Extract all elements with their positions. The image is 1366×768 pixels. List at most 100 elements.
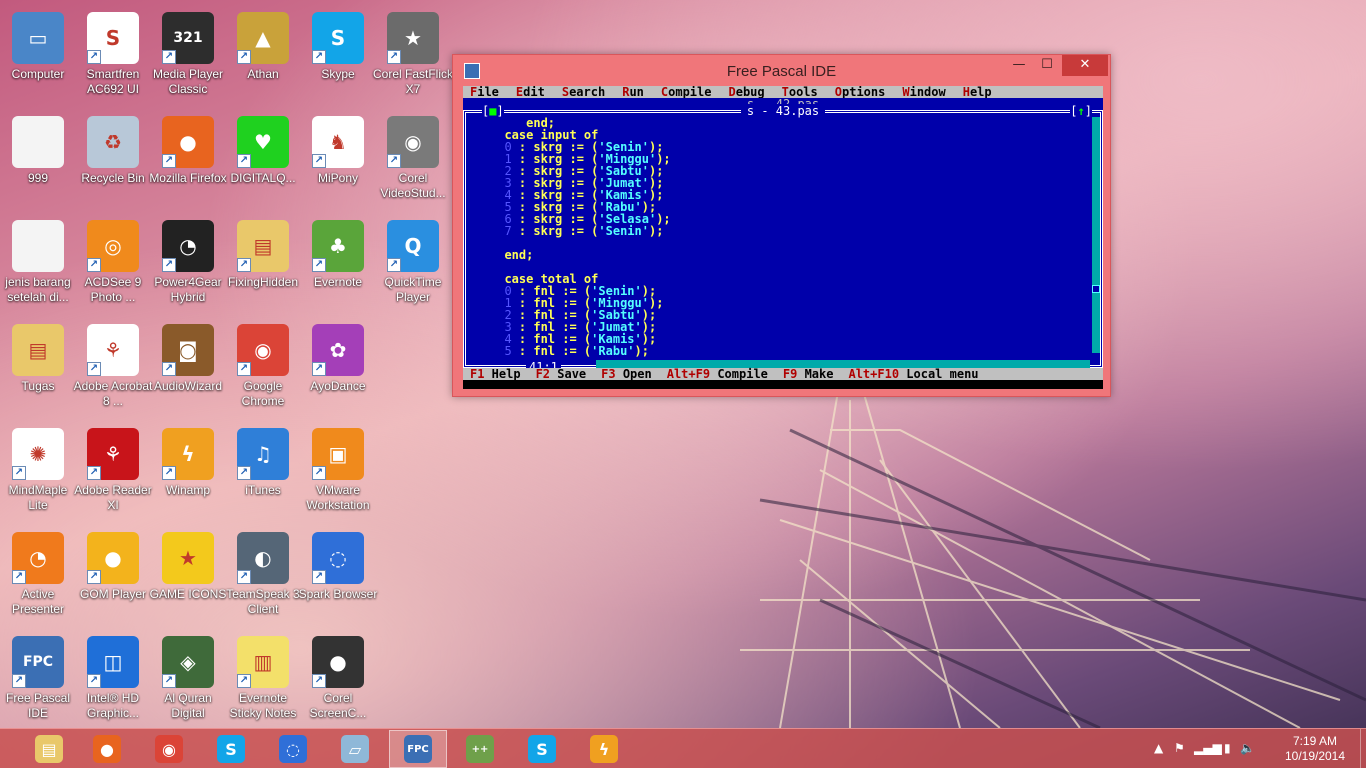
- desktop-icon[interactable]: ◌ ↗ Spark Browser: [299, 524, 377, 626]
- desktop-icon[interactable]: ♥ ↗ DIGITALQ...: [225, 108, 301, 210]
- action-center-flag-icon[interactable]: ⚑: [1174, 741, 1185, 755]
- status-command[interactable]: Alt+F10 Local menu: [848, 368, 978, 380]
- desktop-icon[interactable]: 999: [0, 108, 76, 210]
- icon-glyph: ◔: [179, 234, 197, 258]
- show-hidden-icons-chevron-icon[interactable]: ▲: [1154, 741, 1163, 755]
- scrollbar-thumb[interactable]: [1092, 285, 1100, 293]
- desktop-icon[interactable]: ▤ Tugas: [0, 316, 76, 418]
- menu-item[interactable]: File: [470, 86, 499, 98]
- desktop-icon[interactable]: ▣ ↗ VMware Workstation: [300, 420, 376, 522]
- desktop-icon[interactable]: ♞ ↗ MiPony: [300, 108, 376, 210]
- status-command[interactable]: Alt+F9 Compile: [667, 368, 768, 380]
- mipony-icon: ♞ ↗: [312, 116, 364, 168]
- desktop-icon[interactable]: ● ↗ Mozilla Firefox: [149, 108, 227, 210]
- desktop-icon[interactable]: ◔ ↗ Power4Gear Hybrid: [150, 212, 226, 314]
- desktop-icon[interactable]: Q ↗ QuickTime Player: [375, 212, 451, 314]
- desktop-icon-label: MiPony: [317, 171, 358, 185]
- desktop-icon[interactable]: ♣ ↗ Evernote: [300, 212, 376, 314]
- icon-glyph: ▤: [28, 338, 48, 362]
- menu-item[interactable]: Edit: [516, 86, 545, 98]
- desktop-icon[interactable]: ◉ ↗ Google Chrome: [225, 316, 301, 418]
- desktop-icon[interactable]: ● ↗ Corel ScreenC...: [300, 628, 376, 730]
- desktop-icon[interactable]: ◈ ↗ Al Quran Digital: [150, 628, 226, 730]
- ide-console-area[interactable]: File Edit Search Run Compile Debug Tools Option…: [463, 86, 1103, 389]
- show-desktop-button[interactable]: [1360, 729, 1366, 768]
- taskbar-app-notepad-plus[interactable]: ++: [451, 730, 509, 768]
- status-command[interactable]: F9 Make: [783, 368, 834, 380]
- minimize-button[interactable]: —: [1005, 55, 1033, 76]
- desktop-icon[interactable]: 321 ↗ Media Player Classic: [150, 4, 226, 106]
- shortcut-arrow-icon: ↗: [12, 674, 26, 688]
- desktop-icon-label: MindMaple Lite: [8, 483, 68, 512]
- shortcut-arrow-icon: ↗: [387, 258, 401, 272]
- power4gear-icon: ◔ ↗: [162, 220, 214, 272]
- clock[interactable]: 7:19 AM 10/19/2014: [1280, 734, 1350, 764]
- icon-glyph: ◎: [104, 234, 122, 258]
- icon-glyph: ●: [104, 546, 122, 570]
- desktop-icon[interactable]: ◙ ↗ AudioWizard: [150, 316, 226, 418]
- code-editor[interactable]: end; case input of 0 : skrg := ('Senin')…: [490, 117, 1080, 357]
- desktop-icon[interactable]: ◎ ↗ ACDSee 9 Photo ...: [75, 212, 151, 314]
- window-titlebar[interactable]: Free Pascal IDE — ☐ ✕: [453, 55, 1110, 87]
- menu-item[interactable]: Help: [963, 86, 992, 98]
- free-pascal-ide-window[interactable]: Free Pascal IDE — ☐ ✕ File Edit Search Run C…: [452, 54, 1111, 397]
- status-command[interactable]: F1 Help: [470, 368, 521, 380]
- taskbar-app-skype-2[interactable]: S: [513, 730, 571, 768]
- shortcut-arrow-icon: ↗: [312, 466, 326, 480]
- icon-glyph: ◫: [103, 650, 123, 674]
- taskbar-app-firefox[interactable]: ●: [78, 730, 136, 768]
- shortcut-arrow-icon: ↗: [87, 674, 101, 688]
- battery-icon[interactable]: ▮: [1224, 741, 1231, 755]
- desktop-icon[interactable]: ⚘ ↗ Adobe Reader XI: [74, 420, 152, 522]
- star-icon: ★: [162, 532, 214, 584]
- desktop-icon[interactable]: ◔ ↗ Active Presenter: [0, 524, 76, 626]
- taskbar-app-file-explorer[interactable]: ▤: [20, 730, 78, 768]
- menu-item[interactable]: Options: [835, 86, 886, 98]
- code-kw: : skrg := (: [511, 224, 599, 238]
- code-tail: );: [648, 224, 664, 238]
- editor-window[interactable]: [■] s - 43.pas [↑] end; case input of 0 …: [463, 104, 1103, 373]
- desktop-icon[interactable]: S ↗ Skype: [300, 4, 376, 106]
- desktop-icon[interactable]: ◉ ↗ Corel VideoStud...: [375, 108, 451, 210]
- vertical-scrollbar[interactable]: [1092, 117, 1100, 353]
- desktop-icon[interactable]: ▥ ↗ Evernote Sticky Notes: [225, 628, 301, 730]
- taskbar-app-free-pascal[interactable]: FPC: [389, 730, 447, 768]
- desktop-icon[interactable]: ★ ↗ Corel FastFlick X7: [373, 4, 453, 106]
- volume-icon[interactable]: 🔈: [1240, 741, 1255, 755]
- desktop-icon[interactable]: ◫ ↗ Intel® HD Graphic...: [75, 628, 151, 730]
- close-button[interactable]: ✕: [1062, 55, 1108, 76]
- menu-item[interactable]: Run: [622, 86, 644, 98]
- maximize-button[interactable]: ☐: [1033, 55, 1061, 76]
- desktop-icon[interactable]: ♫ ↗ iTunes: [225, 420, 301, 522]
- taskbar-app-chrome[interactable]: ◉: [140, 730, 198, 768]
- desktop-icon[interactable]: ✺ ↗ MindMaple Lite: [0, 420, 76, 522]
- notepad-icon: ▱: [341, 735, 369, 763]
- taskbar-app-spark-browser[interactable]: ◌: [264, 730, 322, 768]
- network-signal-icon[interactable]: ▂▄▆: [1194, 741, 1222, 755]
- desktop-icon[interactable]: ● ↗ GOM Player: [75, 524, 151, 626]
- desktop-icon[interactable]: ★ GAME ICONS: [150, 524, 226, 626]
- status-command[interactable]: F2 Save: [536, 368, 587, 380]
- desktop-icon[interactable]: ▲ ↗ Athan: [225, 4, 301, 106]
- desktop-icon[interactable]: ▤ ↗ FixingHidden: [225, 212, 301, 314]
- status-label: Compile: [710, 367, 768, 381]
- menu-item[interactable]: Compile: [661, 86, 712, 98]
- desktop-icon[interactable]: ▭ Computer: [0, 4, 76, 106]
- desktop-icon[interactable]: ♻ Recycle Bin: [75, 108, 151, 210]
- status-command[interactable]: F3 Open: [601, 368, 652, 380]
- taskbar-app-winamp[interactable]: ϟ: [575, 730, 633, 768]
- shortcut-arrow-icon: ↗: [237, 570, 251, 584]
- menu-item[interactable]: Search: [562, 86, 605, 98]
- menu-item[interactable]: Window: [902, 86, 945, 98]
- shortcut-arrow-icon: ↗: [162, 674, 176, 688]
- desktop-icon[interactable]: ✿ ↗ AyoDance: [300, 316, 376, 418]
- desktop-icon[interactable]: S ↗ Smartfren AC692 UI: [75, 4, 151, 106]
- desktop-icon[interactable]: jenis barang setelah di...: [0, 212, 76, 314]
- taskbar-app-skype[interactable]: S: [202, 730, 260, 768]
- desktop-icon[interactable]: FPC ↗ Free Pascal IDE: [0, 628, 76, 730]
- taskbar-app-notepad[interactable]: ▱: [326, 730, 384, 768]
- editor-zoom-box[interactable]: [↑]: [1070, 105, 1092, 117]
- desktop-icon[interactable]: ⚘ ↗ Adobe Acrobat 8 ...: [74, 316, 152, 418]
- desktop-icon[interactable]: ◐ ↗ TeamSpeak 3 Client: [225, 524, 301, 626]
- desktop-icon[interactable]: ϟ ↗ Winamp: [150, 420, 226, 522]
